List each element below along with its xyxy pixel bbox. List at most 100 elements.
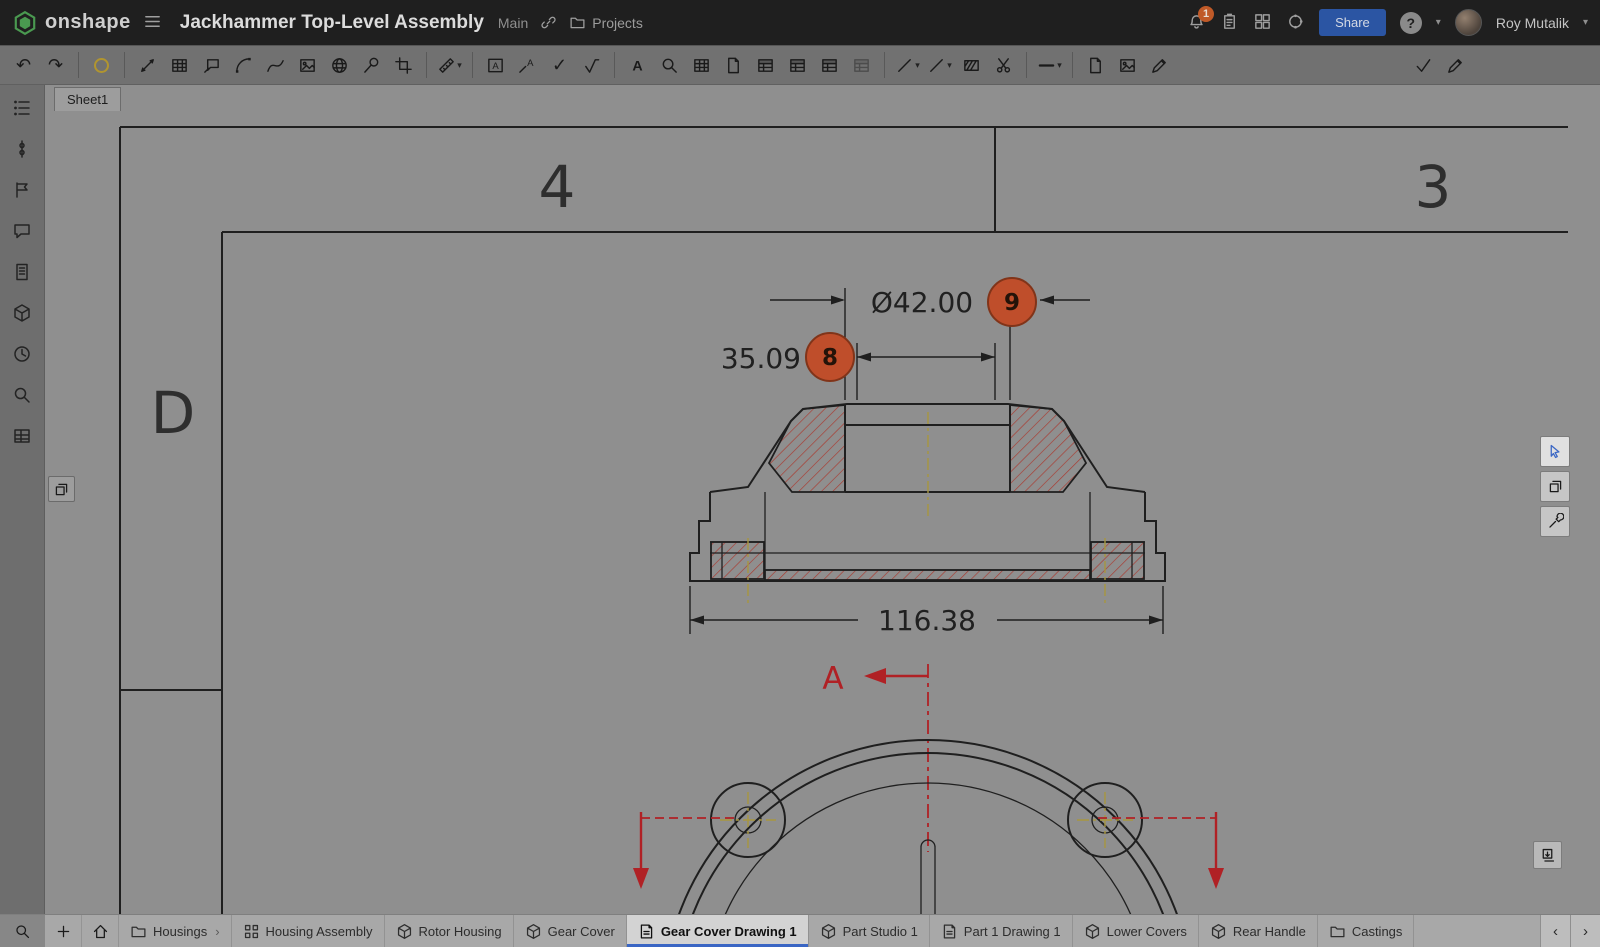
dim-overall-width-text[interactable]: 116.38 <box>878 604 976 637</box>
table-button[interactable] <box>164 49 195 81</box>
flag-icon <box>12 180 32 200</box>
insert-table-button[interactable] <box>686 49 717 81</box>
line-weight-button[interactable]: ▾ <box>1034 49 1065 81</box>
share-button[interactable]: Share <box>1319 9 1386 36</box>
versions-panel-button[interactable] <box>8 300 36 326</box>
drawing-sheet[interactable]: 4 3 D Ø42.00 <box>45 85 1600 914</box>
tab-label: Part Studio 1 <box>843 924 918 939</box>
undo-button[interactable]: ↶ <box>8 49 39 81</box>
balloon-9[interactable]: 9 <box>988 278 1036 326</box>
redo-button[interactable]: ↷ <box>40 49 71 81</box>
line-style-button[interactable]: ▾ <box>892 49 923 81</box>
notifications-button[interactable]: 1 <box>1187 13 1206 32</box>
tab-label: Gear Cover Drawing 1 <box>661 924 797 939</box>
feature-tree-panel-button[interactable] <box>8 95 36 121</box>
find-annotation-button[interactable] <box>654 49 685 81</box>
approve-markup-button[interactable] <box>1408 49 1439 81</box>
surface-finish-button[interactable] <box>576 49 607 81</box>
drawing-canvas[interactable]: Sheet1 4 3 D <box>45 85 1600 914</box>
tab-search-button[interactable] <box>0 915 45 947</box>
note-button[interactable] <box>622 49 653 81</box>
dimension-button[interactable] <box>132 49 163 81</box>
line-type-button[interactable]: ▾ <box>924 49 955 81</box>
display-options-button[interactable] <box>1540 471 1570 502</box>
markup-button[interactable] <box>1144 49 1175 81</box>
appearance-panel-button[interactable] <box>8 177 36 203</box>
weld-table-button[interactable] <box>846 49 877 81</box>
sheets-panel-toggle-button[interactable] <box>48 476 75 502</box>
balloon-8[interactable]: 8 <box>806 333 854 381</box>
doc-tab-housings[interactable]: Housings › <box>119 915 232 947</box>
sheet-tab[interactable]: Sheet1 <box>54 87 121 111</box>
datum-check-button[interactable]: ✓ <box>544 49 575 81</box>
tabs-scroll-right-button[interactable]: › <box>1570 915 1600 947</box>
spline-button[interactable] <box>260 49 291 81</box>
doc-tab-housing-assembly[interactable]: Housing Assembly <box>232 915 385 947</box>
configuration-panel-button[interactable] <box>8 136 36 162</box>
measure-button[interactable]: ▾ <box>434 49 465 81</box>
projected-view-button[interactable] <box>324 49 355 81</box>
bom-table-button[interactable] <box>750 49 781 81</box>
dimension-overall-width[interactable]: 116.38 <box>690 586 1163 637</box>
doc-tab-lower-covers[interactable]: Lower Covers <box>1073 915 1199 947</box>
revision-table-button[interactable] <box>814 49 845 81</box>
main-menu-button[interactable] <box>143 12 162 34</box>
comments-panel-button[interactable] <box>8 218 36 244</box>
ruler-icon <box>437 56 456 75</box>
app-store-button[interactable] <box>1253 12 1272 34</box>
balloon-button[interactable] <box>356 49 387 81</box>
versions-link-icon[interactable] <box>540 14 557 31</box>
integrations-button[interactable] <box>1286 12 1305 34</box>
centerline-arc-button[interactable] <box>228 49 259 81</box>
doc-tab-part-1-drawing-1[interactable]: Part 1 Drawing 1 <box>930 915 1073 947</box>
breadcrumb[interactable]: Projects <box>569 14 643 31</box>
tabs-scroll-left-button[interactable]: ‹ <box>1540 915 1570 947</box>
doc-tab-part-studio-1[interactable]: Part Studio 1 <box>809 915 930 947</box>
onshape-logo[interactable]: onshape <box>12 10 131 36</box>
zone-label-d: D <box>151 379 196 447</box>
help-button[interactable]: ? <box>1400 12 1422 34</box>
drawing-settings-button[interactable] <box>1540 506 1570 537</box>
history-panel-button[interactable] <box>8 341 36 367</box>
bom-list-icon <box>12 426 32 446</box>
hole-table-button[interactable] <box>782 49 813 81</box>
text-leader-button[interactable] <box>512 49 543 81</box>
drawing-icon <box>941 923 958 940</box>
doc-tab-gear-cover[interactable]: Gear Cover <box>514 915 627 947</box>
image-export-button[interactable] <box>1112 49 1143 81</box>
tasks-button[interactable] <box>1220 12 1239 34</box>
home-tab-button[interactable] <box>82 915 119 947</box>
doc-tab-castings[interactable]: Castings <box>1318 915 1415 947</box>
part-studio-icon <box>1210 923 1227 940</box>
selection-tools-button[interactable] <box>1540 436 1570 467</box>
help-caret-icon[interactable]: ▾ <box>1436 17 1441 28</box>
export-dxf-button[interactable] <box>1080 49 1111 81</box>
section-view-geometry[interactable] <box>690 404 1165 604</box>
documentation-panel-button[interactable] <box>8 259 36 285</box>
avatar[interactable] <box>1455 9 1482 36</box>
edit-markup-button[interactable] <box>1440 49 1471 81</box>
bom-panel-button[interactable] <box>8 423 36 449</box>
insert-image-button[interactable] <box>292 49 323 81</box>
export-sheet-button[interactable] <box>1533 841 1562 869</box>
user-menu-caret-icon[interactable]: ▾ <box>1583 17 1588 28</box>
undo-icon: ↶ <box>16 56 31 74</box>
doc-tab-rear-handle[interactable]: Rear Handle <box>1199 915 1318 947</box>
sheet-reference-button[interactable] <box>718 49 749 81</box>
dimension-inner-width[interactable]: 35.09 <box>721 342 995 400</box>
crop-view-button[interactable] <box>388 49 419 81</box>
add-tab-button[interactable] <box>45 915 82 947</box>
text-box-button[interactable] <box>480 49 511 81</box>
hatch-button[interactable] <box>956 49 987 81</box>
search-panel-button[interactable] <box>8 382 36 408</box>
doc-tab-rotor-housing[interactable]: Rotor Housing <box>385 915 514 947</box>
doc-tab-gear-cover-drawing-1[interactable]: Gear Cover Drawing 1 <box>627 915 809 947</box>
dim-inner-width-text[interactable]: 35.09 <box>721 342 801 375</box>
circle-tool-button[interactable] <box>86 49 117 81</box>
folder-chevron-icon: › <box>215 924 219 939</box>
callout-button[interactable] <box>196 49 227 81</box>
workspace-name[interactable]: Main <box>498 15 528 31</box>
dim-diameter-text[interactable]: Ø42.00 <box>871 286 973 319</box>
trim-button[interactable] <box>988 49 1019 81</box>
user-name[interactable]: Roy Mutalik <box>1496 15 1569 31</box>
